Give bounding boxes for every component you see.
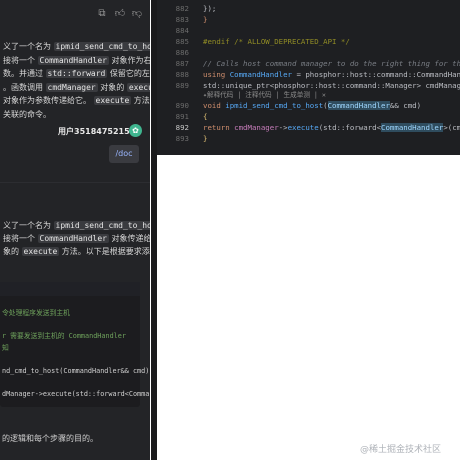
line-number: 882 xyxy=(175,4,189,13)
message-actions: ⧉ 👍︎ 👎︎ xyxy=(0,0,150,30)
code-block-header xyxy=(0,282,140,296)
inline-code: execute xyxy=(21,247,60,256)
code-line: 令处理程序发送到主机 xyxy=(2,309,70,317)
line-number: 888 xyxy=(175,70,189,79)
code-line: nd_cmd_to_host(CommandHandler&& cmd) xyxy=(2,366,150,375)
message-text: 对象作为参数传递给它。 xyxy=(3,96,94,105)
footer-text: 的逻辑和每个步骤的目的。 xyxy=(2,434,98,443)
user-row: 用户35184752150 ✿ xyxy=(52,124,148,140)
avatar: ✿ xyxy=(129,124,142,137)
line-number: 883 xyxy=(175,15,189,24)
code-line: 882 }); xyxy=(157,3,460,14)
line-number: 890 xyxy=(175,101,189,110)
code-line: 890 void ipmid_send_cmd_to_host(CommandH… xyxy=(157,100,460,111)
line-number: 885 xyxy=(175,37,189,46)
inline-code: ipmid_send_cmd_to_hos xyxy=(53,221,150,230)
user-name: 用户35184752150 xyxy=(58,127,136,136)
line-number: 891 xyxy=(175,112,189,121)
user-message-bubble: /doc xyxy=(109,145,139,163)
code-text: #endif /* ALLOW_DEPRECATED_API */ xyxy=(203,37,350,46)
thumbs-down-icon[interactable]: 👎︎ xyxy=(131,8,143,20)
message-line: 接将一个 CommandHandler 对象作为右值 xyxy=(3,55,150,67)
message-line: 数。并通过 std::forward 保留它的左值 xyxy=(3,68,150,80)
message-text: 。函数调用 xyxy=(3,82,46,92)
code-line: 891 { xyxy=(157,111,460,122)
code-line: dManager->execute(std::forward<Comman xyxy=(2,389,150,398)
message-text: 数。并通过 xyxy=(3,69,46,78)
line-number: 887 xyxy=(175,59,189,68)
divider xyxy=(0,182,150,183)
code-line: 886 xyxy=(157,47,460,58)
inline-code: ipmid_send_cmd_to_host xyxy=(53,42,150,51)
line-number: 886 xyxy=(175,48,189,57)
answer-code-block: 令处理程序发送到主机 r 需要发送到主机的 CommandHandler 知 nd_c… xyxy=(0,282,150,407)
thumbs-up-icon[interactable]: 👍︎ xyxy=(114,8,126,20)
code-line: 知 xyxy=(2,343,9,352)
message-text: 关联的命令。 xyxy=(3,109,51,119)
message-line: 义了一个名为 ipmid_send_cmd_to_host xyxy=(3,41,150,53)
inline-code: std::forward xyxy=(45,69,108,78)
inline-code: execut xyxy=(126,82,150,92)
chat-panel: ⧉ 👍︎ 👎︎ 义了一个名为 ipmid_send_cmd_to_host 接将一… xyxy=(0,0,150,460)
message-text: 接将一个 xyxy=(3,55,38,65)
code-line: 892 return cmdManager->execute(std::forw… xyxy=(157,122,460,133)
copy-icon[interactable]: ⧉ xyxy=(96,8,108,20)
code-line: 883 } xyxy=(157,14,460,25)
message-text: 接将一个 xyxy=(3,234,38,243)
message-text: 义了一个名为 xyxy=(3,42,54,51)
code-line: 884 xyxy=(157,25,460,36)
inline-code: CommandHandler xyxy=(37,55,109,65)
message-line: 。函数调用 cmdManager 对象的 execut xyxy=(3,82,150,94)
line-number: 893 xyxy=(175,134,189,143)
code-text: } xyxy=(203,134,208,143)
code-line: 885 #endif /* ALLOW_DEPRECATED_API */ xyxy=(157,36,460,47)
code-text: } xyxy=(203,15,208,24)
message-text: 保留它的左值 xyxy=(109,69,150,78)
message-text: 义了一个名为 xyxy=(3,221,54,230)
watermark: @稀土掘金技术社区 xyxy=(360,445,442,455)
code-text: using CommandHandler = phosphor::host::c… xyxy=(203,70,460,79)
message-line: 义了一个名为 ipmid_send_cmd_to_hos xyxy=(3,220,150,232)
message-text: 方法。以下是根据要求添 xyxy=(59,247,150,256)
message-text: 对象传递给 xyxy=(108,234,150,243)
inline-code: execute xyxy=(93,96,132,105)
code-line: r 需要发送到主机的 CommandHandler xyxy=(2,332,126,340)
code-text: }); xyxy=(203,4,217,13)
inline-code: cmdManager xyxy=(45,82,98,92)
code-line: 893 } xyxy=(157,133,460,144)
code-comment: // Calls host command manager to do the … xyxy=(203,59,460,68)
code-line: 888 using CommandHandler = phosphor::hos… xyxy=(157,69,460,80)
message-text: 象的 xyxy=(3,247,22,256)
message-text: 对象的 xyxy=(97,82,127,92)
message-line: 对象作为参数传递给它。 execute 方法执 xyxy=(3,95,150,107)
code-text: { xyxy=(203,112,208,121)
message-text: 对象作为右值 xyxy=(111,55,150,65)
code-text: void ipmid_send_cmd_to_host(CommandHandl… xyxy=(203,101,422,110)
message-text: 方法执 xyxy=(133,96,150,105)
message-line: 关联的命令。 xyxy=(3,109,51,121)
inline-code: CommandHandler xyxy=(37,234,109,243)
message-line: 接将一个 CommandHandler 对象传递给 xyxy=(3,233,150,245)
code-text: return cmdManager->execute(std::forward<… xyxy=(203,123,460,132)
message-line: 象的 execute 方法。以下是根据要求添 xyxy=(3,246,150,258)
line-number: 884 xyxy=(175,26,189,35)
line-number: 892 xyxy=(175,123,189,132)
code-line: 887 // Calls host command manager to do … xyxy=(157,58,460,69)
code-editor[interactable]: 882 }); 883 } 884 885 #endif /* ALLOW_DE… xyxy=(157,0,460,155)
